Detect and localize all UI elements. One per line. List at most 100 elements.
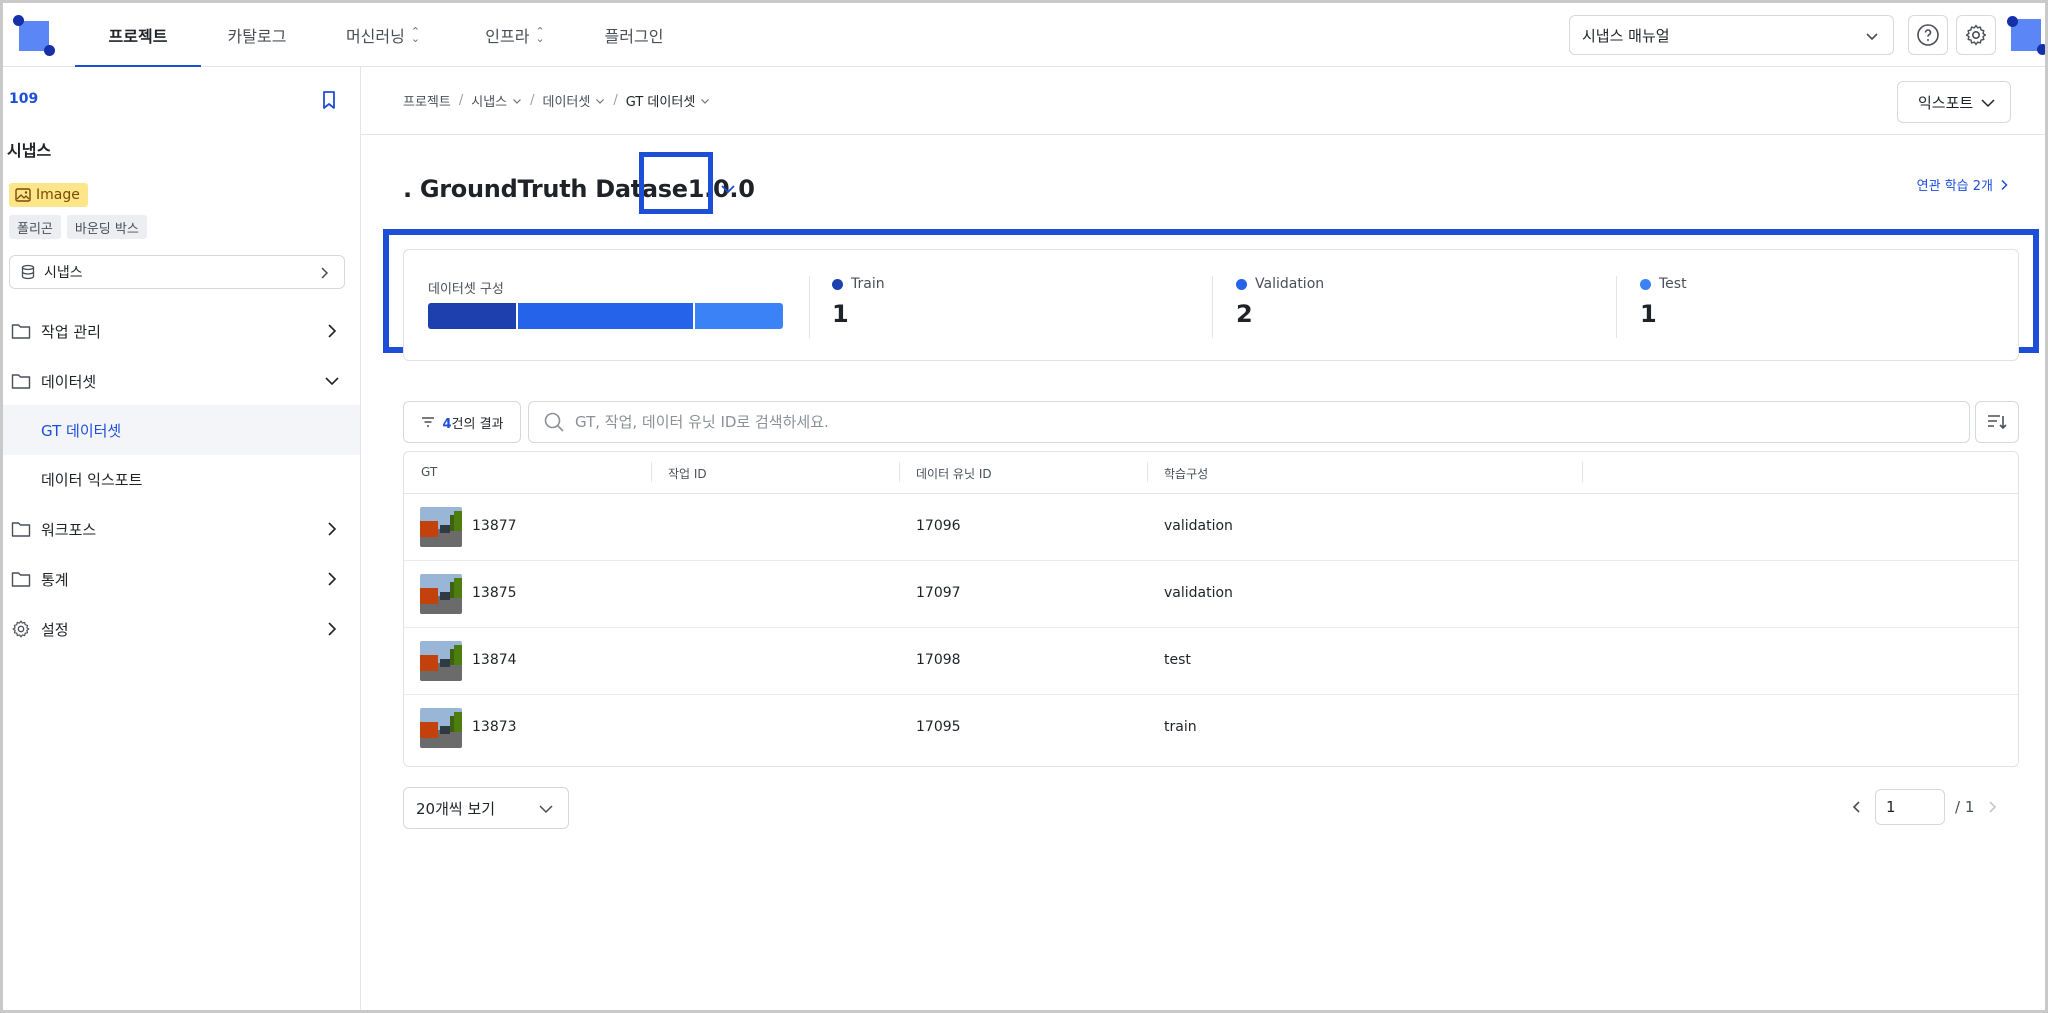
breadcrumb-gt-dataset[interactable]: GT 데이터셋 bbox=[626, 91, 711, 110]
sort-button[interactable] bbox=[1975, 401, 2019, 443]
chevron-right-icon bbox=[328, 522, 337, 536]
validation-dot-icon bbox=[1236, 278, 1247, 290]
image-icon bbox=[15, 188, 31, 202]
column-header-split[interactable]: 학습구성 bbox=[1164, 465, 1208, 482]
gt-thumbnail[interactable] bbox=[420, 708, 462, 748]
prev-page-icon[interactable] bbox=[1849, 799, 1865, 815]
chevron-right-icon bbox=[321, 267, 329, 279]
column-divider[interactable] bbox=[899, 462, 900, 482]
project-id: 109 bbox=[9, 91, 39, 107]
help-button[interactable] bbox=[1908, 15, 1948, 55]
synapse-logo[interactable] bbox=[13, 15, 55, 56]
stat-test-label: Test bbox=[1659, 276, 1687, 292]
image-type-badge: Image bbox=[9, 183, 88, 207]
manual-select-label: 시냅스 매뉴얼 bbox=[1582, 26, 1670, 45]
nav-tab-catalog[interactable]: 카탈로그 bbox=[201, 3, 313, 67]
nav-tab-plugin[interactable]: 플러그인 bbox=[577, 3, 691, 67]
table-row[interactable]: 13874 17098 test bbox=[404, 628, 2018, 695]
table-row[interactable]: 13877 17096 validation bbox=[404, 494, 2018, 561]
gt-thumbnail[interactable] bbox=[420, 574, 462, 614]
chevron-down-icon bbox=[1866, 33, 1878, 41]
cell-data-unit-id: 17095 bbox=[916, 719, 961, 735]
filter-results-button[interactable]: 4건의 결과 bbox=[403, 401, 521, 443]
sidebar-item-gt-dataset[interactable]: GT 데이터셋 bbox=[3, 405, 360, 455]
divider bbox=[1616, 276, 1617, 338]
cell-gt-id: 13874 bbox=[472, 652, 517, 668]
next-page-icon[interactable] bbox=[1984, 799, 2000, 815]
stat-validation: Validation 2 bbox=[1236, 276, 1324, 328]
result-count: 4 bbox=[442, 416, 452, 432]
breadcrumb-separator: / bbox=[613, 93, 618, 108]
version-chevron-down-icon[interactable] bbox=[719, 180, 737, 198]
manual-select[interactable]: 시냅스 매뉴얼 bbox=[1569, 15, 1894, 55]
train-dot-icon bbox=[832, 278, 843, 290]
sidebar-item-statistics[interactable]: 통계 bbox=[3, 555, 360, 603]
column-divider[interactable] bbox=[651, 462, 652, 482]
tag-polygon: 폴리곤 bbox=[9, 215, 61, 239]
main-content: 프로젝트 / 시냅스 / 데이터셋 / GT 데이터셋 익스포트 . Groun… bbox=[361, 67, 2045, 1010]
table-header: GT 작업 ID 데이터 유닛 ID 학습구성 bbox=[404, 452, 2018, 494]
chevron-down-icon bbox=[596, 98, 605, 104]
tag-bounding-box: 바운딩 박스 bbox=[66, 215, 147, 239]
stat-test: Test 1 bbox=[1640, 276, 1687, 328]
sidebar-item-settings[interactable]: 설정 bbox=[3, 605, 360, 653]
gear-icon bbox=[12, 620, 30, 638]
breadcrumb-dataset[interactable]: 데이터셋 bbox=[543, 91, 606, 110]
sidebar-item-dataset[interactable]: 데이터셋 bbox=[3, 357, 360, 405]
app-window: 프로젝트 카탈로그 머신러닝 ⌃ ⌄ 인프라 ⌃ ⌄ 플러그인 시냅스 매뉴얼 109 … bbox=[0, 0, 2048, 1013]
settings-button[interactable] bbox=[1956, 15, 1996, 55]
column-header-gt[interactable]: GT bbox=[421, 465, 437, 479]
page-size-label: 20개씩 보기 bbox=[416, 799, 496, 818]
folder-icon bbox=[11, 522, 31, 537]
breadcrumb-project[interactable]: 프로젝트 bbox=[403, 91, 451, 110]
search-input[interactable] bbox=[575, 413, 1955, 431]
cell-split: validation bbox=[1164, 585, 1233, 601]
nav-tab-infra[interactable]: 인프라 ⌃ ⌄ bbox=[453, 3, 577, 67]
nav-tabs: 프로젝트 카탈로그 머신러닝 ⌃ ⌄ 인프라 ⌃ ⌄ 플러그인 bbox=[75, 3, 691, 68]
sidebar-item-label: 데이터셋 bbox=[41, 372, 97, 391]
folder-icon bbox=[11, 374, 31, 389]
gt-thumbnail[interactable] bbox=[420, 507, 462, 547]
breadcrumb-synapse[interactable]: 시냅스 bbox=[471, 91, 522, 110]
image-type-label: Image bbox=[36, 187, 80, 203]
sidebar-item-workforce[interactable]: 워크포스 bbox=[3, 505, 360, 553]
column-divider[interactable] bbox=[1582, 462, 1583, 482]
stat-validation-value: 2 bbox=[1236, 300, 1253, 328]
user-avatar[interactable] bbox=[2005, 13, 2045, 59]
sidebar-item-data-export[interactable]: 데이터 익스포트 bbox=[3, 455, 360, 503]
gt-thumbnail[interactable] bbox=[420, 641, 462, 681]
nav-tab-machine-learning[interactable]: 머신러닝 ⌃ ⌄ bbox=[313, 3, 453, 67]
divider bbox=[1212, 276, 1213, 338]
bookmark-icon[interactable] bbox=[319, 89, 339, 111]
column-header-task-id[interactable]: 작업 ID bbox=[668, 465, 707, 482]
export-button[interactable]: 익스포트 bbox=[1897, 81, 2011, 123]
chevron-down-icon bbox=[701, 98, 710, 104]
test-dot-icon bbox=[1640, 278, 1651, 290]
storage-label: 시냅스 bbox=[44, 265, 83, 281]
search-bar[interactable] bbox=[528, 401, 1970, 443]
composition-bar bbox=[428, 303, 783, 329]
sort-list-icon bbox=[1988, 415, 2007, 430]
storage-button[interactable]: 시냅스 bbox=[9, 255, 345, 289]
chevron-right-icon bbox=[328, 622, 337, 636]
table-row[interactable]: 13873 17095 train bbox=[404, 695, 2018, 762]
related-training-link[interactable]: 연관 학습 2개 bbox=[1917, 175, 2009, 194]
cell-gt-id: 13875 bbox=[472, 585, 517, 601]
page-size-select[interactable]: 20개씩 보기 bbox=[403, 787, 569, 829]
column-header-data-unit-id[interactable]: 데이터 유닛 ID bbox=[916, 465, 992, 482]
top-navigation: 프로젝트 카탈로그 머신러닝 ⌃ ⌄ 인프라 ⌃ ⌄ 플러그인 시냅스 매뉴얼 bbox=[3, 3, 2045, 68]
stat-train: Train 1 bbox=[832, 276, 885, 328]
related-training-label: 연관 학습 2개 bbox=[1916, 179, 1993, 194]
page-number-input[interactable] bbox=[1875, 789, 1945, 825]
breadcrumb-bar: 프로젝트 / 시냅스 / 데이터셋 / GT 데이터셋 익스포트 bbox=[361, 67, 2045, 135]
chevron-down-icon bbox=[513, 98, 522, 104]
filter-icon bbox=[422, 417, 435, 427]
column-divider[interactable] bbox=[1147, 462, 1148, 482]
table-row[interactable]: 13875 17097 validation bbox=[404, 561, 2018, 628]
sort-updown-icon: ⌃ ⌄ bbox=[535, 25, 545, 45]
nav-tab-project[interactable]: 프로젝트 bbox=[75, 3, 201, 68]
sidebar-item-task-management[interactable]: 작업 관리 bbox=[3, 307, 360, 355]
result-count-suffix: 건의 결과 bbox=[451, 416, 504, 432]
chevron-down-icon bbox=[1981, 99, 1995, 108]
sidebar-item-label: GT 데이터셋 bbox=[41, 421, 122, 440]
